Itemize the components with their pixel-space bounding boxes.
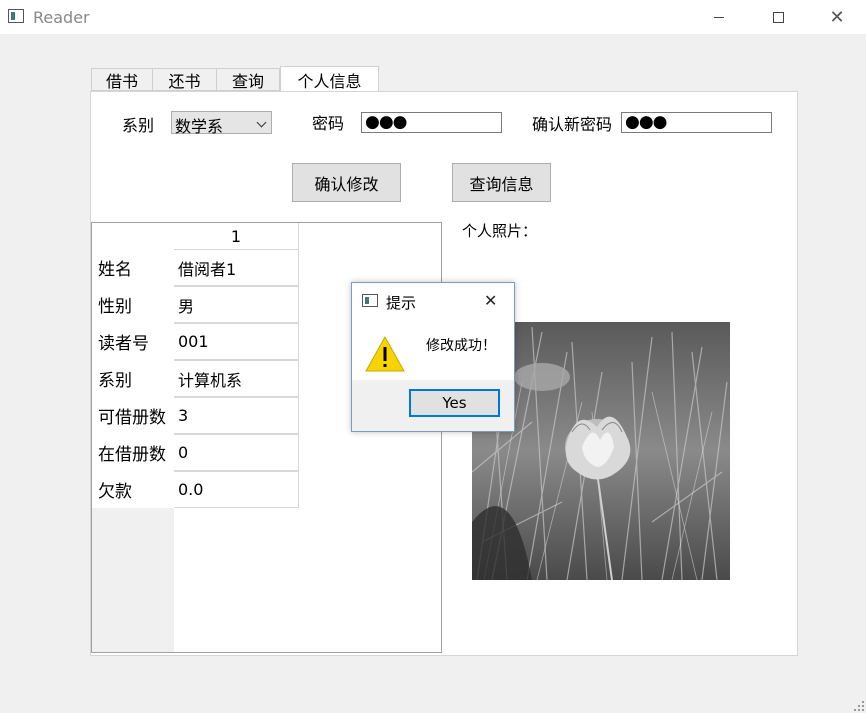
photo-label: 个人照片：	[462, 222, 538, 240]
row-value[interactable]: 男	[174, 286, 299, 323]
minimize-button[interactable]	[690, 0, 748, 34]
row-label: 可借册数	[92, 397, 174, 434]
table-row[interactable]: 欠款 0.0	[92, 471, 299, 508]
row-value[interactable]: 计算机系	[174, 360, 299, 397]
password-label: 密码	[312, 114, 345, 133]
resize-grip-icon[interactable]	[854, 701, 864, 711]
confirm-password-input[interactable]: ●●●	[621, 112, 772, 133]
dialog-footer: Yes	[352, 380, 514, 431]
dialog-message: 修改成功！	[426, 338, 496, 354]
tab-borrow[interactable]: 借书	[91, 68, 153, 91]
tab-query[interactable]: 查询	[216, 68, 280, 91]
row-value[interactable]: 0	[174, 434, 299, 471]
row-label: 在借册数	[92, 434, 174, 471]
table-row[interactable]: 读者号 001	[92, 323, 299, 360]
password-input[interactable]: ●●●	[361, 112, 502, 133]
dept-label: 系别	[122, 116, 155, 135]
title-bar: Reader ✕	[0, 0, 866, 34]
table-row[interactable]: 可借册数 3	[92, 397, 299, 434]
row-value[interactable]: 001	[174, 323, 299, 360]
dept-select-value: 数学系	[175, 117, 224, 136]
window-title: Reader	[33, 8, 90, 27]
table-row[interactable]: 性别 男	[92, 286, 299, 323]
row-label: 姓名	[92, 249, 174, 286]
table-row[interactable]: 系别 计算机系	[92, 360, 299, 397]
table-row[interactable]: 在借册数 0	[92, 434, 299, 471]
row-label: 系别	[92, 360, 174, 397]
maximize-button[interactable]	[749, 0, 807, 34]
message-dialog: 提示 ✕ 修改成功！ Yes	[351, 282, 515, 432]
dept-select[interactable]: 数学系	[171, 111, 272, 136]
row-value[interactable]: 0.0	[174, 471, 299, 508]
column-header: 1	[174, 223, 299, 249]
row-value[interactable]: 借阅者1	[174, 249, 299, 286]
yes-button[interactable]: Yes	[409, 389, 500, 417]
row-value[interactable]: 3	[174, 397, 299, 434]
row-label: 性别	[92, 286, 174, 323]
row-label: 读者号	[92, 323, 174, 360]
tab-return[interactable]: 还书	[152, 68, 217, 91]
row-label: 欠款	[92, 471, 174, 508]
close-icon: ✕	[829, 6, 845, 28]
chevron-down-icon	[256, 117, 267, 128]
query-info-button[interactable]: 查询信息	[452, 163, 551, 202]
minimize-icon	[714, 16, 724, 18]
confirm-change-button[interactable]: 确认修改	[292, 163, 401, 202]
maximize-icon	[772, 11, 784, 23]
table-row[interactable]: 姓名 借阅者1	[92, 249, 299, 286]
app-icon	[8, 9, 24, 23]
dialog-app-icon	[362, 294, 378, 307]
confirm-password-label: 确认新密码	[532, 115, 613, 134]
dialog-close-button[interactable]: ✕	[484, 291, 497, 310]
dialog-title: 提示	[386, 294, 417, 312]
warning-icon	[365, 335, 405, 372]
table-corner	[92, 223, 174, 249]
tab-personal-info[interactable]: 个人信息	[280, 66, 379, 92]
close-button[interactable]: ✕	[808, 0, 866, 34]
